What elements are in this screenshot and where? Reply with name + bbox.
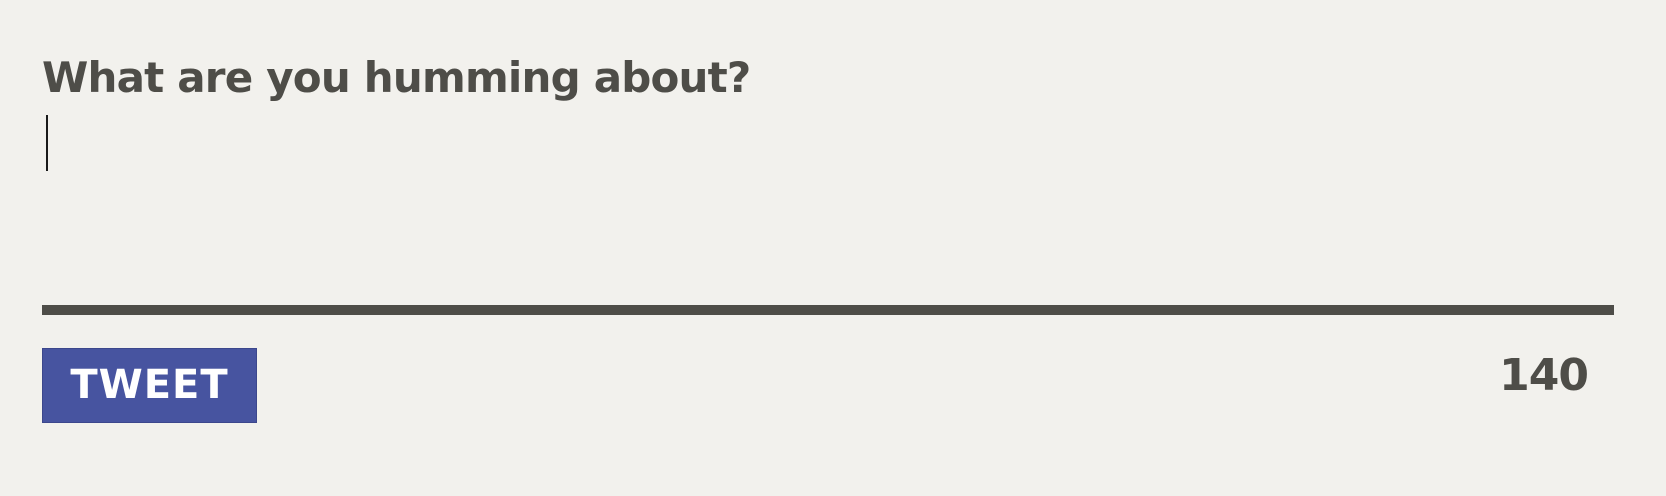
text-cursor: [46, 115, 48, 171]
composer-prompt: What are you humming about?: [42, 53, 751, 102]
character-count: 140: [1499, 350, 1589, 401]
composer-divider: [42, 305, 1614, 315]
tweet-input[interactable]: [42, 112, 1618, 292]
tweet-button[interactable]: TWEET: [42, 348, 257, 423]
tweet-composer: What are you humming about? TWEET 140: [0, 0, 1666, 496]
